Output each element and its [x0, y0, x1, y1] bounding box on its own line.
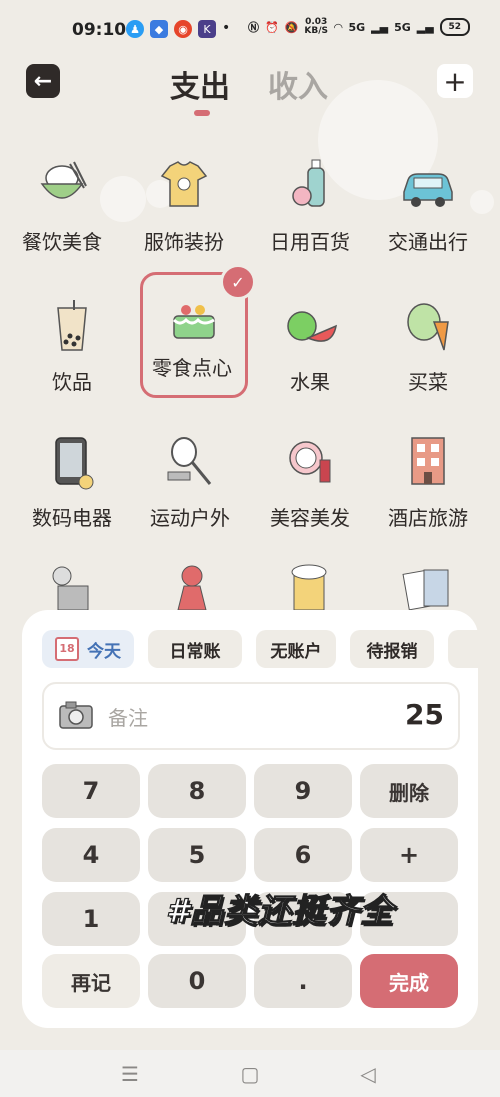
entry-panel: 18 今天 日常账 无账户 待报销 备注 25 7 8 9 删除 4 5 6 +…: [22, 610, 478, 1028]
phone-icon: [55, 437, 94, 490]
hotel-icon: [411, 437, 445, 485]
status-app-icons: ♟ ◆ ◉ K •: [126, 20, 230, 38]
key-7[interactable]: 7: [42, 764, 140, 818]
category-sports[interactable]: 运动户外: [134, 424, 246, 544]
tab-indicator: [194, 110, 210, 116]
reimburse-chip[interactable]: 待报销: [350, 630, 434, 668]
menu-icon[interactable]: ☰: [118, 1062, 142, 1086]
more-dot-icon: •: [222, 20, 231, 36]
battery-icon: 52: [439, 18, 470, 36]
key-dot[interactable]: .: [254, 954, 352, 1008]
signal-1: 5G: [348, 20, 366, 34]
amount-display: 25: [405, 698, 444, 731]
bubble-tea-icon: [57, 300, 87, 351]
wifi-icon: ◠: [334, 20, 343, 34]
category-label: 酒店旅游: [388, 506, 468, 530]
add-category-button[interactable]: +: [437, 64, 473, 98]
tshirt-icon: [160, 161, 208, 207]
car-icon: [403, 173, 453, 207]
fruit-icon: [287, 311, 337, 342]
category-label: 服饰装扮: [144, 230, 224, 254]
nfc-icon: Ⓝ: [248, 21, 259, 34]
category-label: 交通出行: [388, 230, 468, 254]
vegetables-icon: [407, 303, 449, 351]
beer-icon: [291, 564, 327, 610]
home-icon[interactable]: ▢: [238, 1062, 262, 1086]
category-daily-goods[interactable]: 日用百货: [254, 148, 366, 268]
account-chip[interactable]: 无账户: [256, 630, 336, 668]
done-button[interactable]: 完成: [360, 954, 458, 1008]
key-8[interactable]: 8: [148, 764, 246, 818]
signal-2: 5G: [394, 20, 411, 34]
note-field[interactable]: 备注 25: [42, 682, 460, 750]
category-dining[interactable]: 餐饮美食: [6, 148, 118, 268]
app-cube-icon: ◆: [150, 20, 168, 38]
playing-cards-icon: [402, 569, 449, 610]
category-drinks[interactable]: 饮品: [16, 288, 128, 408]
category-beauty[interactable]: 美容美发: [254, 424, 366, 544]
toiletries-icon: [292, 159, 325, 207]
app-k-icon: K: [198, 20, 216, 38]
signal-icon: ▂▄: [416, 20, 434, 34]
category-travel[interactable]: 酒店旅游: [372, 424, 484, 544]
category-label: 数码电器: [32, 506, 112, 530]
status-indicators: Ⓝ ⏰ 🔕 0.03 KB/S ◠ 5G ▂▄ 5G ▂▄ 52: [248, 18, 470, 36]
game-piece-icon: [177, 565, 207, 610]
category-label: 运动户外: [150, 506, 230, 530]
category-label: 饮品: [52, 370, 92, 394]
back-nav-icon[interactable]: ◁: [356, 1062, 380, 1086]
status-bar: 09:10 ♟ ◆ ◉ K • Ⓝ ⏰ 🔕 0.03 KB/S ◠ 5G ▂▄ …: [0, 0, 500, 60]
ledger-chip[interactable]: 日常账: [148, 630, 242, 668]
racket-icon: [167, 437, 212, 485]
camera-gear-icon: [52, 566, 89, 610]
key-0[interactable]: 0: [148, 954, 246, 1008]
category-transport[interactable]: 交通出行: [372, 148, 484, 268]
date-chip[interactable]: 18 今天: [42, 630, 134, 668]
cake-icon: [172, 305, 215, 339]
category-digital[interactable]: 数码电器: [16, 424, 128, 544]
selected-check-icon: ✓: [220, 264, 256, 300]
qq-icon: ♟: [126, 20, 144, 38]
weibo-icon: ◉: [174, 20, 192, 38]
category-label: 日用百货: [270, 230, 350, 254]
key-9[interactable]: 9: [254, 764, 352, 818]
calendar-icon: 18: [55, 637, 79, 661]
category-label: 买菜: [408, 370, 448, 394]
note-placeholder: 备注: [108, 706, 148, 730]
mute-icon: 🔕: [284, 20, 299, 34]
status-time: 09:10: [72, 20, 127, 40]
key-5[interactable]: 5: [148, 828, 246, 882]
delete-button[interactable]: 删除: [360, 764, 458, 818]
category-label: 美容美发: [270, 506, 350, 530]
category-label: 餐饮美食: [22, 230, 102, 254]
video-caption-overlay: #品类还挺齐全: [165, 890, 394, 930]
system-nav-bar: ☰ ▢ ◁: [0, 1050, 500, 1097]
category-clothing[interactable]: 服饰装扮: [128, 148, 240, 268]
signal-icon: ▂▄: [371, 20, 389, 34]
net-speed: 0.03 KB/S: [304, 17, 329, 36]
arrow-left-icon: ←: [33, 68, 53, 94]
more-chip[interactable]: [448, 630, 478, 668]
plus-key[interactable]: +: [360, 828, 458, 882]
tab-income[interactable]: 收入: [268, 62, 328, 106]
key-4[interactable]: 4: [42, 828, 140, 882]
alarm-icon: ⏰: [265, 20, 279, 34]
back-button[interactable]: ←: [26, 64, 60, 98]
cosmetics-icon: [289, 441, 331, 483]
category-groceries[interactable]: 买菜: [372, 288, 484, 408]
record-again-button[interactable]: 再记: [42, 954, 140, 1008]
plus-icon: +: [443, 64, 467, 98]
tab-expense[interactable]: 支出: [170, 62, 230, 106]
key-1[interactable]: 1: [42, 892, 140, 946]
category-label: 水果: [290, 370, 330, 394]
category-label: 零食点心: [152, 356, 232, 380]
category-fruit[interactable]: 水果: [254, 288, 366, 408]
camera-icon[interactable]: [58, 700, 94, 730]
key-6[interactable]: 6: [254, 828, 352, 882]
rice-bowl-icon: [40, 161, 87, 199]
